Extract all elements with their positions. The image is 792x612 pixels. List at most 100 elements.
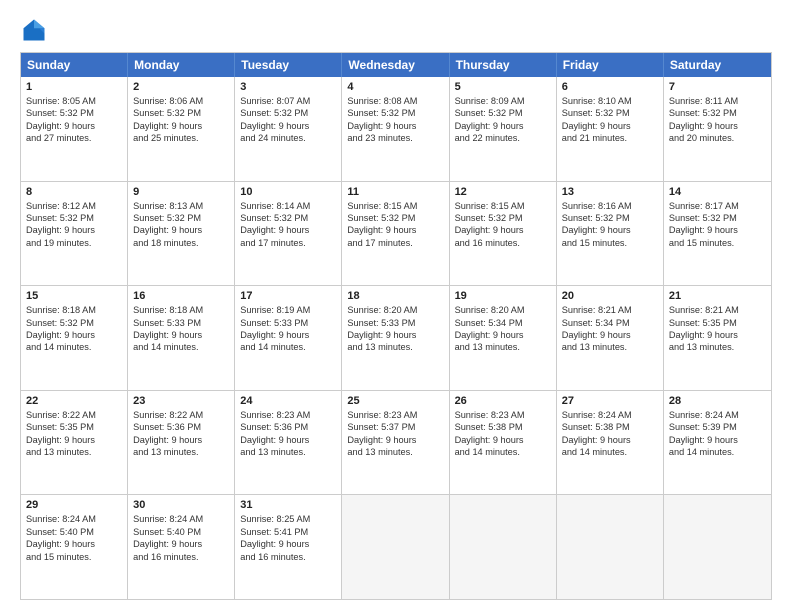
cell-line: Sunset: 5:38 PM: [455, 421, 551, 433]
header-day-wednesday: Wednesday: [342, 53, 449, 77]
cell-line: Sunset: 5:32 PM: [26, 107, 122, 119]
calendar-row-1: 8Sunrise: 8:12 AMSunset: 5:32 PMDaylight…: [21, 181, 771, 286]
day-number: 24: [240, 395, 336, 407]
day-number: 5: [455, 81, 551, 93]
calendar-row-2: 15Sunrise: 8:18 AMSunset: 5:32 PMDayligh…: [21, 285, 771, 390]
cell-line: Daylight: 9 hours: [347, 120, 443, 132]
cell-line: and 22 minutes.: [455, 132, 551, 144]
cell-line: Sunset: 5:32 PM: [455, 212, 551, 224]
cell-line: Sunset: 5:34 PM: [562, 317, 658, 329]
day-number: 14: [669, 186, 766, 198]
day-cell-10: 10Sunrise: 8:14 AMSunset: 5:32 PMDayligh…: [235, 182, 342, 286]
day-number: 4: [347, 81, 443, 93]
empty-cell: [557, 495, 664, 599]
cell-line: and 24 minutes.: [240, 132, 336, 144]
day-number: 8: [26, 186, 122, 198]
day-cell-13: 13Sunrise: 8:16 AMSunset: 5:32 PMDayligh…: [557, 182, 664, 286]
header-day-thursday: Thursday: [450, 53, 557, 77]
cell-line: and 13 minutes.: [133, 446, 229, 458]
cell-line: Sunrise: 8:11 AM: [669, 95, 766, 107]
cell-line: Daylight: 9 hours: [26, 224, 122, 236]
cell-line: Sunset: 5:39 PM: [669, 421, 766, 433]
day-cell-19: 19Sunrise: 8:20 AMSunset: 5:34 PMDayligh…: [450, 286, 557, 390]
cell-line: and 13 minutes.: [347, 446, 443, 458]
cell-line: Sunset: 5:35 PM: [669, 317, 766, 329]
day-cell-5: 5 Sunrise: 8:09 AMSunset: 5:32 PMDaylight…: [450, 77, 557, 181]
day-number: 20: [562, 290, 658, 302]
cell-line: Sunset: 5:32 PM: [347, 212, 443, 224]
cell-line: Sunrise: 8:20 AM: [347, 304, 443, 316]
day-number: 10: [240, 186, 336, 198]
cell-line: Sunset: 5:32 PM: [455, 107, 551, 119]
day-cell-16: 16Sunrise: 8:18 AMSunset: 5:33 PMDayligh…: [128, 286, 235, 390]
cell-line: Sunrise: 8:10 AM: [562, 95, 658, 107]
cell-line: Daylight: 9 hours: [455, 434, 551, 446]
page: SundayMondayTuesdayWednesdayThursdayFrid…: [0, 0, 792, 612]
header-day-monday: Monday: [128, 53, 235, 77]
cell-line: Sunset: 5:32 PM: [562, 107, 658, 119]
cell-line: Sunrise: 8:09 AM: [455, 95, 551, 107]
cell-line: Sunset: 5:41 PM: [240, 526, 336, 538]
cell-line: and 13 minutes.: [562, 341, 658, 353]
day-number: 11: [347, 186, 443, 198]
cell-line: Daylight: 9 hours: [26, 538, 122, 550]
day-cell-17: 17Sunrise: 8:19 AMSunset: 5:33 PMDayligh…: [235, 286, 342, 390]
cell-line: and 25 minutes.: [133, 132, 229, 144]
day-cell-18: 18Sunrise: 8:20 AMSunset: 5:33 PMDayligh…: [342, 286, 449, 390]
day-cell-4: 4Sunrise: 8:08 AMSunset: 5:32 PMDaylight…: [342, 77, 449, 181]
day-number: 15: [26, 290, 122, 302]
day-number: 22: [26, 395, 122, 407]
cell-line: Sunset: 5:34 PM: [455, 317, 551, 329]
day-number: 31: [240, 499, 336, 511]
cell-line: Sunset: 5:37 PM: [347, 421, 443, 433]
cell-line: Daylight: 9 hours: [240, 329, 336, 341]
cell-line: Sunset: 5:32 PM: [133, 107, 229, 119]
cell-line: Sunrise: 8:24 AM: [26, 513, 122, 525]
cell-line: Daylight: 9 hours: [26, 434, 122, 446]
cell-line: and 19 minutes.: [26, 237, 122, 249]
cell-line: Daylight: 9 hours: [455, 224, 551, 236]
header: [20, 16, 772, 44]
cell-line: Daylight: 9 hours: [669, 224, 766, 236]
cell-line: Daylight: 9 hours: [455, 120, 551, 132]
day-cell-20: 20Sunrise: 8:21 AMSunset: 5:34 PMDayligh…: [557, 286, 664, 390]
cell-line: Daylight: 9 hours: [347, 224, 443, 236]
cell-line: Daylight: 9 hours: [240, 434, 336, 446]
cell-line: Sunset: 5:40 PM: [133, 526, 229, 538]
calendar-row-0: 1Sunrise: 8:05 AMSunset: 5:32 PMDaylight…: [21, 77, 771, 181]
cell-line: and 14 minutes.: [133, 341, 229, 353]
day-number: 19: [455, 290, 551, 302]
cell-line: Sunset: 5:32 PM: [669, 107, 766, 119]
cell-line: Sunset: 5:32 PM: [26, 317, 122, 329]
cell-line: Daylight: 9 hours: [133, 120, 229, 132]
cell-line: Sunrise: 8:17 AM: [669, 200, 766, 212]
day-cell-15: 15Sunrise: 8:18 AMSunset: 5:32 PMDayligh…: [21, 286, 128, 390]
empty-cell: [450, 495, 557, 599]
empty-cell: [342, 495, 449, 599]
header-day-friday: Friday: [557, 53, 664, 77]
day-number: 12: [455, 186, 551, 198]
day-number: 23: [133, 395, 229, 407]
calendar-header: SundayMondayTuesdayWednesdayThursdayFrid…: [21, 53, 771, 77]
cell-line: Sunrise: 8:15 AM: [455, 200, 551, 212]
header-day-tuesday: Tuesday: [235, 53, 342, 77]
cell-line: Sunset: 5:35 PM: [26, 421, 122, 433]
cell-line: Sunset: 5:32 PM: [669, 212, 766, 224]
empty-cell: [664, 495, 771, 599]
cell-line: Sunrise: 8:14 AM: [240, 200, 336, 212]
cell-line: Daylight: 9 hours: [669, 434, 766, 446]
day-cell-14: 14 Sunrise: 8:17 AMSunset: 5:32 PMDayligh…: [664, 182, 771, 286]
cell-line: and 15 minutes.: [669, 237, 766, 249]
day-number: 18: [347, 290, 443, 302]
day-number: 7: [669, 81, 766, 93]
cell-line: Sunrise: 8:23 AM: [240, 409, 336, 421]
cell-line: Sunrise: 8:21 AM: [562, 304, 658, 316]
cell-line: and 13 minutes.: [347, 341, 443, 353]
cell-line: Sunrise: 8:19 AM: [240, 304, 336, 316]
cell-line: Daylight: 9 hours: [562, 434, 658, 446]
cell-line: and 14 minutes.: [562, 446, 658, 458]
cell-line: Sunrise: 8:05 AM: [26, 95, 122, 107]
day-number: 3: [240, 81, 336, 93]
cell-line: and 14 minutes.: [669, 446, 766, 458]
cell-line: and 16 minutes.: [455, 237, 551, 249]
